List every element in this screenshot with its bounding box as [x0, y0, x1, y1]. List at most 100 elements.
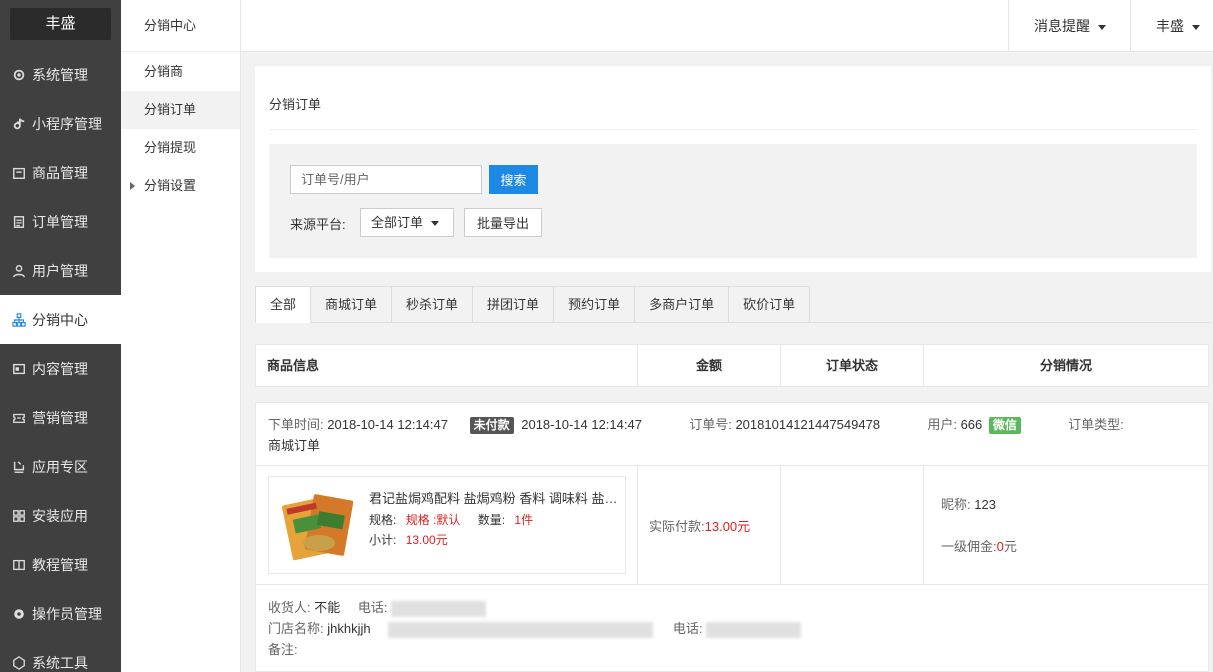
source-platform-label: 来源平台: [290, 217, 346, 232]
subbar-item-distributors[interactable]: 分销商 [121, 53, 240, 91]
caret-down-icon [431, 221, 440, 227]
user-menu-label: 丰盛 [1156, 18, 1184, 34]
subbar-item-label: 分销订单 [144, 102, 197, 117]
tab-seckill-orders[interactable]: 秒杀订单 [392, 286, 474, 323]
nickname-label: 昵称: [941, 497, 971, 512]
tiktok-note-icon [11, 116, 27, 132]
sidebar-item-label: 商品管理 [32, 164, 88, 181]
tab-booking-orders[interactable]: 预约订单 [554, 286, 636, 323]
order-type-tabs: 全部 商城订单 秒杀订单 拼团订单 预约订单 多商户订单 砍价订单 [255, 286, 1211, 323]
column-header-status: 订单状态 [781, 345, 924, 386]
notifications-menu[interactable]: 消息提醒 [1008, 0, 1130, 52]
tab-multi-merchant-orders[interactable]: 多商户订单 [635, 286, 730, 323]
tab-mall-orders[interactable]: 商城订单 [311, 286, 393, 323]
order-row: 下单时间: 2018-10-14 12:14:47 未付款 2018-10-14… [255, 402, 1209, 672]
book-icon [11, 557, 27, 573]
table-header: 商品信息 金额 订单状态 分销情况 [255, 344, 1209, 387]
tab-all[interactable]: 全部 [255, 286, 312, 323]
commission-value: 0 [996, 539, 1004, 554]
sidebar-item-orders[interactable]: 订单管理 [0, 197, 121, 246]
sidebar-item-marketing[interactable]: 营销管理 [0, 393, 121, 442]
sidebar-item-system[interactable]: 系统管理 [0, 50, 121, 99]
sidebar-item-tools[interactable]: 系统工具 [0, 638, 121, 672]
order-type: 商城订单 [268, 438, 321, 453]
sidebar-item-goods[interactable]: 商品管理 [0, 148, 121, 197]
sidebar-item-distribution[interactable]: 分销中心 [0, 295, 121, 344]
subtotal-value: 13.00元 [405, 533, 448, 547]
subbar-title: 分销中心 [121, 0, 240, 52]
sidebar-item-content[interactable]: 内容管理 [0, 344, 121, 393]
receiver-info: 收货人: 不能 电话: 门店名称: jhkhkjjh 电话: 备注: [268, 597, 802, 660]
source-platform-value: 全部订单 [371, 215, 424, 230]
subtotal-label: 小计: [369, 533, 397, 547]
column-header-goods: 商品信息 [256, 345, 638, 386]
store-label: 门店名称: [268, 621, 324, 636]
sidebar-item-label: 教程管理 [32, 556, 88, 573]
order-user-label: 用户: [927, 417, 957, 432]
sidebar-item-label: 安装应用 [32, 507, 88, 524]
column-header-amount: 金额 [638, 345, 781, 386]
order-body: 君记盐焗鸡配料 盐焗鸡粉 香料 调味料 盐焗鸡 规格: 规格 :默认 数量: 1… [256, 466, 1208, 585]
sitemap-icon [11, 312, 27, 328]
subbar-item-label: 分销商 [144, 64, 184, 79]
page-title: 分销订单 [269, 97, 322, 112]
tools-icon [11, 655, 27, 671]
redacted-store-phone [706, 621, 802, 638]
spec-value: 规格 :默认 [405, 513, 461, 527]
order-time: 2018-10-14 12:14:47 [327, 417, 448, 432]
order-type-label: 订单类型: [1068, 417, 1124, 432]
goods-image [279, 487, 357, 565]
sidebar-item-label: 分销中心 [32, 311, 88, 328]
store-name: jhkhkjjh [327, 621, 371, 636]
search-button[interactable]: 搜索 [489, 165, 538, 194]
search-input[interactable] [290, 165, 482, 194]
commission-unit: 元 [1003, 539, 1017, 554]
nickname-value: 123 [974, 497, 996, 512]
search-panel: 搜索 来源平台: 全部订单 批量导出 [269, 144, 1197, 258]
caret-right-icon [130, 182, 135, 190]
caret-down-icon [1192, 24, 1200, 30]
tab-group-orders[interactable]: 拼团订单 [473, 286, 555, 323]
subbar-item-distribution-orders[interactable]: 分销订单 [121, 91, 240, 129]
goods-card[interactable]: 君记盐焗鸡配料 盐焗鸡粉 香料 调味料 盐焗鸡 规格: 规格 :默认 数量: 1… [268, 476, 626, 574]
sidebar-item-apps[interactable]: 应用专区 [0, 442, 121, 491]
sidebar-item-miniprogram[interactable]: 小程序管理 [0, 99, 121, 148]
subbar-item-settings[interactable]: 分销设置 [121, 167, 240, 205]
goods-name[interactable]: 君记盐焗鸡配料 盐焗鸡粉 香料 调味料 盐焗鸡 [369, 488, 619, 507]
qty-label: 数量: [477, 513, 506, 527]
paid-value: 13.00元 [704, 519, 751, 534]
divider [269, 129, 1197, 130]
qty-value: 1件 [514, 513, 534, 527]
sidebar-item-users[interactable]: 用户管理 [0, 246, 121, 295]
ticket-icon [11, 410, 27, 426]
sidebar-item-label: 内容管理 [32, 360, 88, 377]
order-header: 下单时间: 2018-10-14 12:14:47 未付款 2018-10-14… [256, 403, 1208, 466]
platform-badge: 微信 [988, 417, 1021, 434]
order-time-label: 下单时间: [268, 417, 324, 432]
sidebar-item-label: 营销管理 [32, 409, 88, 426]
sidebar-item-operators[interactable]: 操作员管理 [0, 589, 121, 638]
brand-logo: 丰盛 [10, 8, 111, 40]
sidebar-item-label: 订单管理 [32, 213, 88, 230]
source-platform-select[interactable]: 全部订单 [360, 208, 454, 237]
order-no: 20181014121447549478 [735, 417, 881, 432]
batch-export-button[interactable]: 批量导出 [464, 208, 542, 237]
sidebar-item-tutorial[interactable]: 教程管理 [0, 540, 121, 589]
cog-user-icon [11, 606, 27, 622]
sidebar-item-install[interactable]: 安装应用 [0, 491, 121, 540]
paid-label: 实际付款: [649, 519, 705, 534]
order-user: 666 [960, 417, 983, 432]
tab-bargain-orders[interactable]: 砍价订单 [729, 286, 811, 323]
goods-spec: 规格: 规格 :默认 数量: 1件 [369, 511, 533, 528]
subbar-item-label: 分销设置 [144, 178, 197, 193]
content-icon [11, 361, 27, 377]
remark-label: 备注: [268, 642, 298, 657]
top-bar: 消息提醒 丰盛 [241, 0, 1213, 52]
user-menu[interactable]: 丰盛 [1130, 0, 1213, 52]
redacted-address [388, 621, 654, 638]
sidebar-menu: 系统管理 小程序管理 商品管理 订单管理 用户管理 分销中心 内容管理 营销管理… [0, 50, 121, 672]
notifications-label: 消息提醒 [1034, 18, 1090, 34]
subbar-item-withdraw[interactable]: 分销提现 [121, 129, 240, 167]
commission-label: 一级佣金: [941, 539, 997, 554]
distribution-cell: 昵称: 123 一级佣金:0元 [924, 466, 1208, 585]
